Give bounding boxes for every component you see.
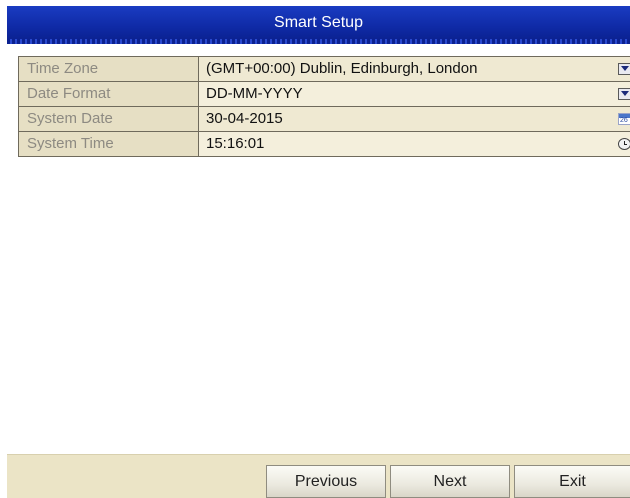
system-date-field[interactable]: 30-04-2015 26 (199, 107, 630, 131)
clock-icon[interactable] (618, 138, 630, 150)
system-time-label: System Time (19, 132, 199, 156)
window-title: Smart Setup (274, 14, 363, 31)
title-bar: Smart Setup (7, 6, 630, 44)
date-format-value: DD-MM-YYYY (206, 85, 303, 102)
date-format-select[interactable]: DD-MM-YYYY (199, 82, 630, 106)
exit-button[interactable]: Exit (514, 465, 630, 498)
calendar-icon-day: 26 (620, 117, 628, 124)
settings-form: Time Zone (GMT+00:00) Dublin, Edinburgh,… (18, 56, 630, 157)
date-format-row: Date Format DD-MM-YYYY (19, 82, 630, 107)
system-date-row: System Date 30-04-2015 26 (19, 107, 630, 132)
calendar-icon[interactable]: 26 (618, 113, 630, 125)
time-zone-value: (GMT+00:00) Dublin, Edinburgh, London (206, 60, 478, 77)
time-zone-row: Time Zone (GMT+00:00) Dublin, Edinburgh,… (19, 57, 630, 82)
system-time-row: System Time 15:16:01 (19, 132, 630, 156)
system-time-field[interactable]: 15:16:01 (199, 132, 630, 156)
date-format-label: Date Format (19, 82, 199, 106)
time-zone-select[interactable]: (GMT+00:00) Dublin, Edinburgh, London (199, 57, 630, 81)
system-time-value: 15:16:01 (206, 135, 265, 152)
system-date-label: System Date (19, 107, 199, 131)
previous-button[interactable]: Previous (266, 465, 386, 498)
system-date-value: 30-04-2015 (206, 110, 283, 127)
next-button[interactable]: Next (390, 465, 510, 498)
footer-bar: Previous Next Exit (7, 454, 630, 498)
smart-setup-window: Smart Setup Time Zone (GMT+00:00) Dublin… (0, 0, 630, 498)
dropdown-icon[interactable] (618, 88, 630, 100)
dropdown-icon[interactable] (618, 63, 630, 75)
content-area (7, 188, 630, 454)
time-zone-label: Time Zone (19, 57, 199, 81)
